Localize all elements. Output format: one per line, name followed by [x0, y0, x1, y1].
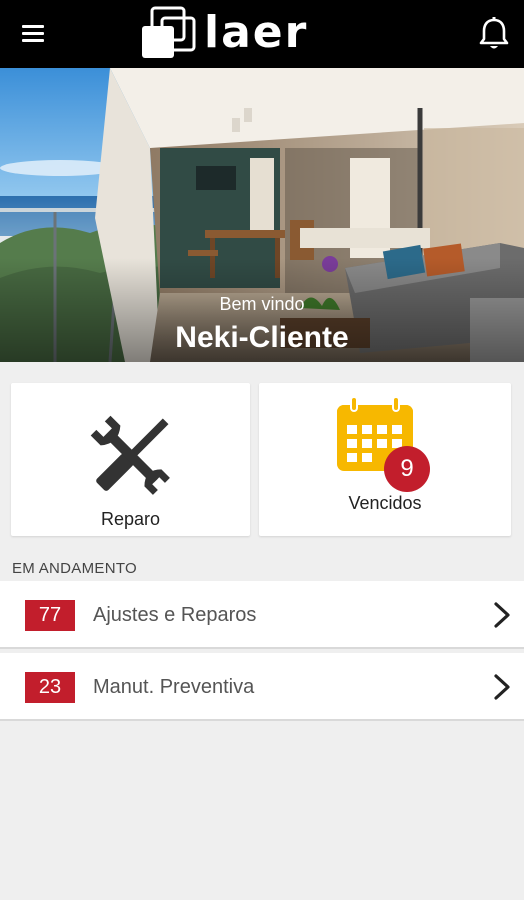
list-item-label: Ajustes e Reparos: [93, 604, 257, 626]
chevron-right-icon: [494, 602, 510, 628]
count-tag: 23: [25, 672, 75, 703]
welcome-text: Bem vindo: [219, 294, 305, 314]
hero-banner: Bem vindo Neki-Cliente: [0, 68, 524, 362]
user-name: Neki-Cliente: [175, 321, 349, 354]
app-bar: laer: [0, 0, 524, 68]
count-tag: 77: [25, 600, 75, 631]
list-item-ajustes[interactable]: 77 Ajustes e Reparos: [0, 581, 524, 649]
reparo-card[interactable]: Reparo: [11, 383, 250, 536]
menu-icon[interactable]: [18, 20, 48, 48]
list-item-preventiva[interactable]: 23 Manut. Preventiva: [0, 653, 524, 721]
chevron-right-icon: [494, 674, 510, 700]
brand-wordmark: laer: [204, 7, 309, 58]
vencidos-label: Vencidos: [348, 493, 422, 513]
vencidos-card[interactable]: 9 Vencidos: [259, 383, 511, 536]
bell-icon[interactable]: [478, 16, 510, 52]
vencidos-badge: 9: [384, 446, 430, 492]
reparo-label: Reparo: [100, 509, 161, 529]
list-item-label: Manut. Preventiva: [93, 676, 255, 698]
tools-icon: [90, 415, 170, 495]
section-title: EM ANDAMENTO: [12, 560, 138, 577]
